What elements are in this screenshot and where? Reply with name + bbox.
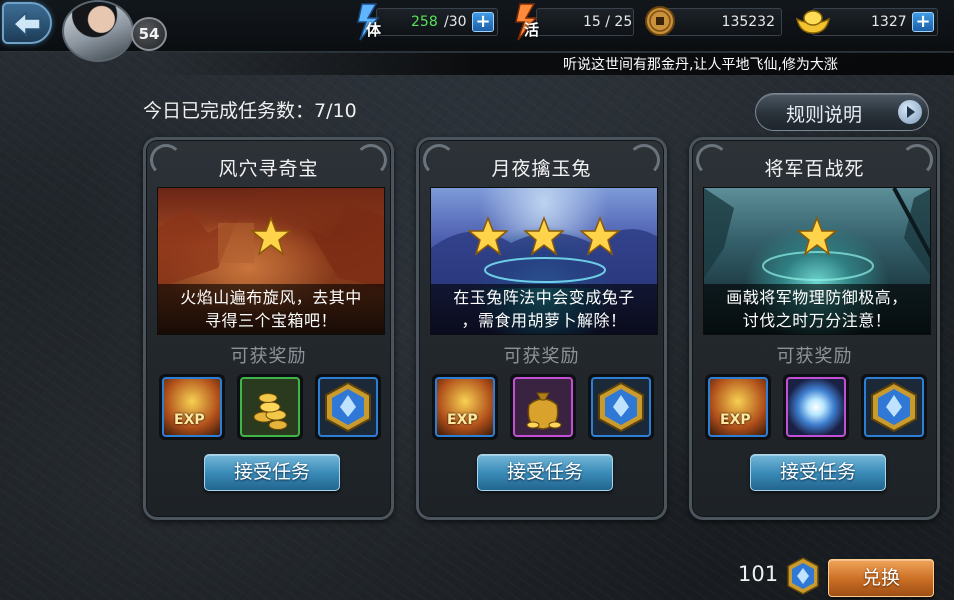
quest-card-3: 将军百战死 画戟将军物理防御极高， 讨伐之时万分注意！ 可获奖励 EXP 接受任… bbox=[689, 137, 940, 520]
star-icon bbox=[524, 216, 564, 256]
accept-quest-button[interactable]: 接受任务 bbox=[477, 454, 613, 491]
star-icon bbox=[797, 216, 837, 256]
activity-bar: 15 / 25 bbox=[536, 8, 634, 36]
copper-coin-icon bbox=[644, 5, 680, 45]
stamina-current: 258 bbox=[411, 14, 438, 30]
blue-gem-icon bbox=[787, 557, 819, 595]
reward-item[interactable] bbox=[315, 374, 381, 440]
play-arrow-icon bbox=[898, 100, 922, 124]
gem-balance: 101 bbox=[738, 562, 779, 586]
quest-title: 月夜擒玉兔 bbox=[491, 158, 592, 180]
reward-list: EXP bbox=[705, 374, 929, 440]
exp-text: EXP bbox=[720, 412, 751, 428]
quest-description: 在玉兔阵法中会变成兔子 ，需食用胡萝卜解除！ bbox=[431, 284, 657, 334]
coins-value: 135232 bbox=[721, 14, 775, 30]
level-badge: 54 bbox=[131, 17, 167, 51]
gold-pouch-icon bbox=[513, 377, 573, 437]
gold-value: 1327 bbox=[871, 14, 907, 30]
quest-description-line: 在玉兔阵法中会变成兔子 bbox=[453, 288, 635, 307]
completed-count: 今日已完成任务数：7/10 bbox=[143, 100, 357, 122]
quest-description: 画戟将军物理防御极高， 讨伐之时万分注意！ bbox=[704, 284, 930, 334]
rules-button[interactable]: 规则说明 bbox=[755, 93, 929, 131]
exchange-button[interactable]: 兑换 bbox=[828, 559, 934, 597]
gold-coins-icon bbox=[240, 377, 300, 437]
add-gold-button[interactable]: + bbox=[912, 12, 934, 32]
activity-icon: 活 bbox=[512, 2, 548, 42]
difficulty-stars bbox=[704, 216, 930, 258]
quest-scene-image: 在玉兔阵法中会变成兔子 ，需食用胡萝卜解除！ bbox=[430, 187, 658, 335]
reward-item[interactable] bbox=[237, 374, 303, 440]
exp-text: EXP bbox=[174, 412, 205, 428]
quest-title: 将军百战死 bbox=[764, 158, 865, 180]
blue-gem-icon bbox=[864, 377, 924, 437]
quest-description-line: 火焰山遍布旋风，去其中 bbox=[180, 288, 362, 307]
ticker-text: 听说这世间有那金丹,让人平地飞仙,修为大涨 bbox=[563, 57, 838, 73]
reward-item[interactable] bbox=[861, 374, 927, 440]
rules-label: 规则说明 bbox=[786, 104, 863, 126]
quest-scene-image: 火焰山遍布旋风，去其中 寻得三个宝箱吧！ bbox=[157, 187, 385, 335]
exp-text: EXP bbox=[447, 412, 478, 428]
reward-list: EXP bbox=[159, 374, 383, 440]
difficulty-stars bbox=[158, 216, 384, 258]
blue-gem-icon bbox=[591, 377, 651, 437]
stamina-icon: 体 bbox=[354, 2, 390, 42]
spirit-orb-icon bbox=[786, 377, 846, 437]
activity-glyph: 活 bbox=[524, 21, 540, 39]
star-icon bbox=[580, 216, 620, 256]
quest-scene-image: 画戟将军物理防御极高， 讨伐之时万分注意！ bbox=[703, 187, 931, 335]
blue-gem-icon bbox=[318, 377, 378, 437]
exp-icon: EXP bbox=[708, 377, 768, 437]
reward-label: 可获奖励 bbox=[776, 346, 853, 367]
add-stamina-button[interactable]: + bbox=[472, 12, 494, 32]
activity-value: 15 / 25 bbox=[583, 14, 633, 30]
quest-description: 火焰山遍布旋风，去其中 寻得三个宝箱吧！ bbox=[158, 284, 384, 334]
stamina-max: /30 bbox=[444, 14, 467, 30]
quest-card-2: 月夜擒玉兔 在玉兔阵法中会变成兔子 ，需食用胡萝卜解除！ 可获奖励 EXP 接受… bbox=[416, 137, 667, 520]
quest-description-line: ，需食用胡萝卜解除！ bbox=[461, 311, 627, 330]
quest-description-line: 画戟将军物理防御极高， bbox=[726, 288, 908, 307]
quest-description-line: 讨伐之时万分注意！ bbox=[742, 311, 892, 330]
back-button[interactable] bbox=[2, 2, 52, 44]
reward-label: 可获奖励 bbox=[503, 346, 580, 367]
reward-item[interactable] bbox=[783, 374, 849, 440]
difficulty-stars bbox=[431, 216, 657, 258]
avatar[interactable] bbox=[62, 0, 134, 62]
reward-item[interactable] bbox=[510, 374, 576, 440]
reward-item[interactable]: EXP bbox=[432, 374, 498, 440]
exp-icon: EXP bbox=[435, 377, 495, 437]
reward-item[interactable]: EXP bbox=[705, 374, 771, 440]
exp-icon: EXP bbox=[162, 377, 222, 437]
quest-description-line: 寻得三个宝箱吧！ bbox=[204, 311, 337, 330]
star-icon bbox=[251, 216, 291, 256]
accept-quest-button[interactable]: 接受任务 bbox=[750, 454, 886, 491]
quest-card-1: 风穴寻奇宝 火焰山遍布旋风，去其中 寻得三个宝箱吧！ 可获奖励 EXP 接受任务 bbox=[143, 137, 394, 520]
accept-quest-button[interactable]: 接受任务 bbox=[204, 454, 340, 491]
stamina-glyph: 体 bbox=[366, 21, 382, 39]
reward-label: 可获奖励 bbox=[230, 346, 307, 367]
gold-ingot-icon bbox=[794, 5, 831, 45]
back-arrow-icon bbox=[12, 11, 41, 37]
top-bar: 54 258 /30 + 体 15 / 25 活 135232 1327 + bbox=[0, 0, 954, 62]
reward-item[interactable]: EXP bbox=[159, 374, 225, 440]
reward-item[interactable] bbox=[588, 374, 654, 440]
news-ticker: 听说这世间有那金丹,让人平地飞仙,修为大涨 bbox=[150, 53, 954, 75]
star-icon bbox=[468, 216, 508, 256]
quest-title: 风穴寻奇宝 bbox=[218, 158, 319, 180]
reward-list: EXP bbox=[432, 374, 656, 440]
stamina-bar: 258 /30 + bbox=[376, 8, 498, 36]
